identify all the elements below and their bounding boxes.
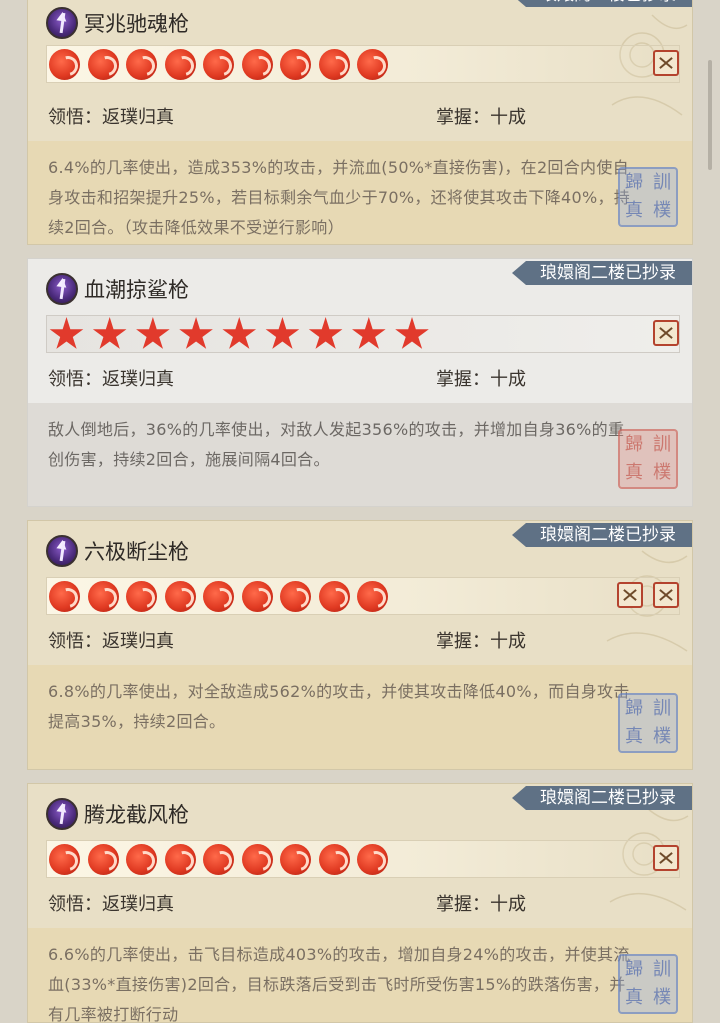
rating-bar — [46, 315, 680, 353]
flame-mark-icon — [357, 49, 388, 80]
star-mark-icon — [49, 317, 84, 349]
spear-icon — [46, 7, 78, 39]
effect-icons — [643, 50, 679, 76]
skill-header: 血潮掠鲨枪 — [46, 271, 189, 307]
effect-icons — [643, 845, 679, 871]
flame-mark-icon — [241, 49, 273, 80]
comprehension: 领悟：返璞归真 — [48, 369, 174, 390]
skill-card[interactable]: 腾龙截风枪 琅嬛阁二楼已抄录 领悟：返璞归真 掌握：十成 6.6%的几率使出，击… — [27, 783, 693, 1023]
skill-header: 六极断尘枪 — [46, 533, 189, 569]
mastery: 掌握：十成 — [436, 107, 526, 128]
info-row: 领悟：返璞归真 掌握：十成 — [48, 890, 648, 920]
skill-card[interactable]: 血潮掠鲨枪 琅嬛阁二楼已抄录 领悟：返璞归真 掌握：十成 敌人倒地后，36%的几… — [27, 258, 693, 507]
info-row: 领悟：返璞归真 掌握：十成 — [48, 103, 648, 133]
knockup-effect-icon[interactable] — [653, 845, 679, 871]
rating-marks — [49, 581, 396, 612]
flame-mark-icon — [87, 581, 119, 612]
flame-mark-icon — [164, 581, 196, 612]
flame-mark-icon — [164, 844, 196, 875]
recorded-tag: 琅嬛阁二楼已抄录 — [512, 261, 692, 285]
pierce-effect-icon[interactable] — [653, 320, 679, 346]
flame-mark-icon — [357, 844, 388, 875]
skill-name: 六极断尘枪 — [84, 540, 189, 564]
flame-mark-icon — [280, 581, 311, 612]
skill-header: 冥兆驰魂枪 — [46, 5, 189, 41]
flame-mark-icon — [280, 844, 311, 875]
star-mark-icon — [308, 317, 343, 349]
rating-marks — [49, 844, 396, 875]
flame-mark-icon — [241, 844, 273, 875]
bleed-effect-icon[interactable] — [653, 50, 679, 76]
seal-stamp: 歸訓真樸 — [618, 954, 678, 1014]
flame-mark-icon — [203, 581, 234, 612]
skill-description: 6.8%的几率使出，对全敌造成562%的攻击，并使其攻击降低40%，而自身攻击提… — [28, 665, 692, 769]
star-mark-icon — [136, 317, 170, 349]
aoe-effect-icon[interactable] — [653, 582, 679, 608]
rating-marks — [49, 317, 438, 352]
spear-icon — [46, 535, 78, 567]
star-mark-icon — [265, 317, 300, 349]
rating-bar — [46, 840, 680, 878]
flame-mark-icon — [318, 581, 350, 612]
flame-mark-icon — [164, 49, 196, 80]
skill-description: 敌人倒地后，36%的几率使出，对敌人发起356%的攻击，并增加自身36%的重创伤… — [28, 403, 692, 506]
skill-header: 腾龙截风枪 — [46, 796, 189, 832]
skill-description: 6.4%的几率使出，造成353%的攻击，并流血(50%*直接伤害)，在2回合内使… — [28, 141, 692, 244]
info-row: 领悟：返璞归真 掌握：十成 — [48, 627, 648, 657]
flame-mark-icon — [203, 844, 234, 875]
flame-mark-icon — [280, 49, 311, 80]
mastery: 掌握：十成 — [436, 631, 526, 652]
comprehension: 领悟：返璞归真 — [48, 894, 174, 915]
info-row: 领悟：返璞归真 掌握：十成 — [48, 365, 648, 395]
mastery: 掌握：十成 — [436, 369, 526, 390]
rating-bar — [46, 577, 680, 615]
recorded-tag: 琅嬛阁二楼已抄录 — [512, 523, 692, 547]
comprehension: 领悟：返璞归真 — [48, 107, 174, 128]
skill-description: 6.6%的几率使出，击飞目标造成403%的攻击，增加自身24%的攻击，并使其流血… — [28, 928, 692, 1022]
effect-icons — [607, 582, 679, 608]
star-mark-icon — [222, 317, 257, 349]
flame-mark-icon — [126, 581, 157, 612]
flame-mark-icon — [126, 844, 157, 875]
skill-card[interactable]: 六极断尘枪 琅嬛阁二楼已抄录 领悟：返璞归真 掌握：十成 6.8%的几率使出，对… — [27, 520, 693, 770]
flame-mark-icon — [126, 49, 157, 80]
flame-mark-icon — [318, 49, 350, 80]
skill-card[interactable]: 冥兆驰魂枪 琅嬛阁二楼已抄录 领悟：返璞归真 掌握：十成 6.4%的几率使出，造… — [27, 0, 693, 245]
seal-stamp: 歸訓真樸 — [618, 167, 678, 227]
rating-bar — [46, 45, 680, 83]
effect-icons — [643, 320, 679, 346]
skill-name: 腾龙截风枪 — [84, 803, 189, 827]
star-mark-icon — [179, 317, 213, 349]
seal-stamp: 歸訓真樸 — [618, 429, 678, 489]
scrollbar[interactable] — [708, 60, 712, 170]
flame-mark-icon — [49, 581, 80, 612]
flame-mark-icon — [241, 581, 273, 612]
spear-icon — [46, 273, 78, 305]
star-mark-icon — [352, 317, 386, 349]
flame-mark-icon — [357, 581, 388, 612]
flame-mark-icon — [49, 844, 80, 875]
star-mark-icon — [92, 317, 127, 349]
recorded-tag: 琅嬛阁二楼已抄录 — [512, 0, 692, 7]
spear-icon — [46, 798, 78, 830]
flame-mark-icon — [203, 49, 234, 80]
mastery: 掌握：十成 — [436, 894, 526, 915]
star-mark-icon — [395, 317, 429, 349]
flame-mark-icon — [87, 49, 119, 80]
flame-mark-icon — [87, 844, 119, 875]
flame-mark-icon — [49, 49, 80, 80]
flame-mark-icon — [318, 844, 350, 875]
recorded-tag: 琅嬛阁二楼已抄录 — [512, 786, 692, 810]
weaken-effect-icon[interactable] — [617, 582, 643, 608]
skill-name: 血潮掠鲨枪 — [84, 278, 189, 302]
skill-name: 冥兆驰魂枪 — [84, 12, 189, 36]
seal-stamp: 歸訓真樸 — [618, 693, 678, 753]
comprehension: 领悟：返璞归真 — [48, 631, 174, 652]
rating-marks — [49, 49, 396, 80]
